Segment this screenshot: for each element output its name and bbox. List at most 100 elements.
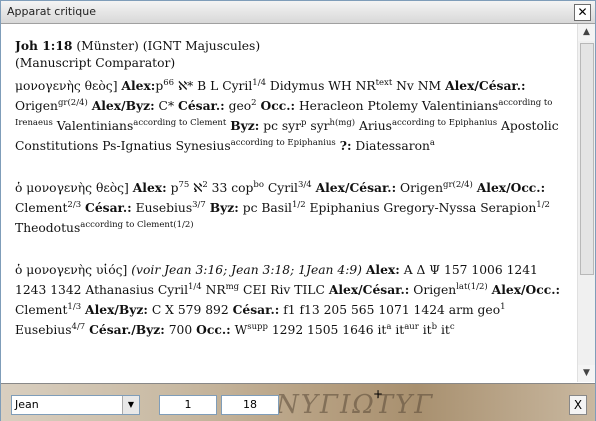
group-label: Alex/Occ.: bbox=[476, 180, 546, 195]
witness-text: Origen bbox=[396, 181, 443, 195]
lemma: ὁ μονογενὴς θεὸς] bbox=[15, 181, 129, 195]
book-select-value: Jean bbox=[15, 398, 39, 411]
witness-sup: 1/2 bbox=[291, 199, 306, 210]
witness-sup: 66 bbox=[163, 77, 175, 88]
chapter-input[interactable]: 1 bbox=[159, 395, 217, 415]
witness-sup: according to Clement bbox=[133, 117, 227, 128]
group-label: Alex/Byz: bbox=[85, 302, 148, 317]
witness-text: Origen bbox=[15, 99, 58, 113]
title-bar: Apparat critique ✕ bbox=[1, 1, 595, 24]
witness-text: Clement bbox=[15, 303, 68, 317]
witness-text: pc Basil bbox=[238, 201, 292, 215]
witness-sup: gr(2/4) bbox=[443, 179, 473, 190]
group-label: César.: bbox=[85, 200, 132, 215]
witness-sup: 1/2 bbox=[536, 199, 550, 210]
entry-header: Joh 1:18 (Münster) (IGNT Majuscules) (Ma… bbox=[15, 37, 573, 72]
witness-sup: 2/3 bbox=[67, 199, 82, 210]
witness-text: Epiphanius Gregory-Nyssa Serapion bbox=[305, 201, 537, 215]
scroll-thumb[interactable] bbox=[580, 43, 594, 275]
group-label: ?: bbox=[339, 138, 352, 153]
group-label: Alex: bbox=[132, 180, 167, 195]
cross-reference: (voir Jean 3:16; Jean 3:18; 1Jean 4:9) bbox=[127, 263, 362, 277]
witness-sup: 4/7 bbox=[71, 321, 86, 332]
witness-text: ℵ bbox=[189, 181, 203, 195]
witness-sup: aur bbox=[404, 321, 419, 332]
witness-text: Eusebius bbox=[131, 201, 193, 215]
window-title: Apparat critique bbox=[7, 5, 97, 18]
witness-text: it bbox=[391, 323, 405, 337]
witness-sup: 3/4 bbox=[297, 179, 312, 190]
witness-text: C X 579 892 bbox=[147, 303, 229, 317]
witness-text: Clement bbox=[15, 201, 68, 215]
group-label: Alex/Byz: bbox=[91, 98, 155, 113]
witness-sup: h(mg) bbox=[329, 117, 356, 128]
witness-text: it bbox=[437, 323, 450, 337]
witness-sup: text bbox=[375, 77, 393, 88]
witness-sup: 3/7 bbox=[192, 199, 206, 210]
witness-text: Eusebius bbox=[15, 323, 72, 337]
verse-reference: Joh 1:18 bbox=[15, 38, 73, 53]
witness-sup: 1/4 bbox=[252, 77, 266, 88]
witness-text: CEI Riv TILC bbox=[239, 283, 325, 297]
clear-button[interactable]: X bbox=[569, 395, 587, 415]
witness-text: NR bbox=[201, 283, 226, 297]
apparatus-window: Apparat critique ✕ Joh 1:18 (Münster) (I… bbox=[0, 0, 596, 421]
vertical-scrollbar[interactable]: ▲ ▼ bbox=[577, 24, 595, 382]
witness-text: Valentinians bbox=[52, 119, 134, 133]
book-select[interactable]: Jean ▼ bbox=[11, 395, 140, 415]
group-label: Alex/César.: bbox=[445, 78, 526, 93]
witness-text: ℵ* B L Cyril bbox=[174, 79, 253, 93]
witness-sup: gr(2/4) bbox=[57, 97, 88, 108]
witness-sup: 2 bbox=[251, 97, 257, 108]
source-label: (Münster) (IGNT Majuscules) bbox=[76, 39, 261, 53]
witness-sup: 1/3 bbox=[67, 301, 82, 312]
group-label: César.: bbox=[178, 98, 225, 113]
variant-entry-3: ὁ μονογενὴς υἱός] (voir Jean 3:16; Jean … bbox=[15, 260, 573, 340]
chevron-down-icon[interactable]: ▼ bbox=[122, 396, 139, 414]
plus-icon[interactable]: + bbox=[373, 387, 383, 401]
witness-text: syr bbox=[306, 119, 330, 133]
manuscript-background-image: ΝΥΓΙΩΤΥΓ bbox=[276, 390, 435, 420]
navigation-bar: ΝΥΓΙΩΤΥΓ Jean ▼ 1 18 + X bbox=[1, 383, 595, 421]
witness-sup: lat(1/2) bbox=[456, 281, 488, 292]
witness-text: Diatessaron bbox=[351, 139, 430, 153]
group-label: Alex/César.: bbox=[328, 282, 410, 297]
witness-text: f1 f13 205 565 1071 1424 arm geo bbox=[279, 303, 501, 317]
group-label: Byz: bbox=[230, 118, 260, 133]
group-label: Byz: bbox=[209, 200, 239, 215]
witness-sup: according to Epiphanius bbox=[230, 137, 336, 148]
group-label: Occ.: bbox=[260, 98, 296, 113]
scroll-up-icon[interactable]: ▲ bbox=[578, 24, 595, 41]
group-label: César./Byz: bbox=[89, 322, 165, 337]
apparatus-content: Joh 1:18 (Münster) (IGNT Majuscules) (Ma… bbox=[15, 37, 573, 383]
group-label: Alex: bbox=[121, 78, 156, 93]
witness-text: Arius bbox=[355, 119, 392, 133]
group-label: César.: bbox=[232, 302, 280, 317]
group-label: Alex/Occ.: bbox=[491, 282, 561, 297]
group-label: Alex: bbox=[365, 262, 400, 277]
lemma: μονογενὴς θεὸς] bbox=[15, 79, 118, 93]
witness-text: 33 cop bbox=[207, 181, 254, 195]
witness-text: C* bbox=[154, 99, 175, 113]
witness-text: p bbox=[166, 181, 179, 195]
witness-sup: 1/4 bbox=[188, 281, 202, 292]
witness-text: W bbox=[230, 323, 248, 337]
witness-text: 700 bbox=[164, 323, 193, 337]
witness-text: Theodotus bbox=[15, 221, 81, 235]
lemma: ὁ μονογενὴς υἱός] bbox=[15, 263, 128, 277]
group-label: Occ.: bbox=[196, 322, 231, 337]
witness-sup: 75 bbox=[178, 179, 190, 190]
witness-sup: mg bbox=[225, 281, 240, 292]
scroll-down-icon[interactable]: ▼ bbox=[578, 365, 595, 382]
witness-text: geo bbox=[224, 99, 252, 113]
witness-text: Cyril bbox=[263, 181, 298, 195]
witness-text: pc syr bbox=[259, 119, 302, 133]
witness-sup: bo bbox=[253, 179, 264, 190]
witness-sup: a bbox=[429, 137, 435, 148]
witness-text: Nv NM bbox=[392, 79, 442, 93]
verse-input[interactable]: 18 bbox=[221, 395, 279, 415]
witness-sup: according to Epiphanius bbox=[391, 117, 498, 128]
close-button[interactable]: ✕ bbox=[574, 4, 591, 21]
witness-text: it bbox=[418, 323, 432, 337]
variant-entry-2: ὁ μονογενὴς θεὸς] Alex: p75 ℵ2 33 copbo … bbox=[15, 178, 573, 238]
